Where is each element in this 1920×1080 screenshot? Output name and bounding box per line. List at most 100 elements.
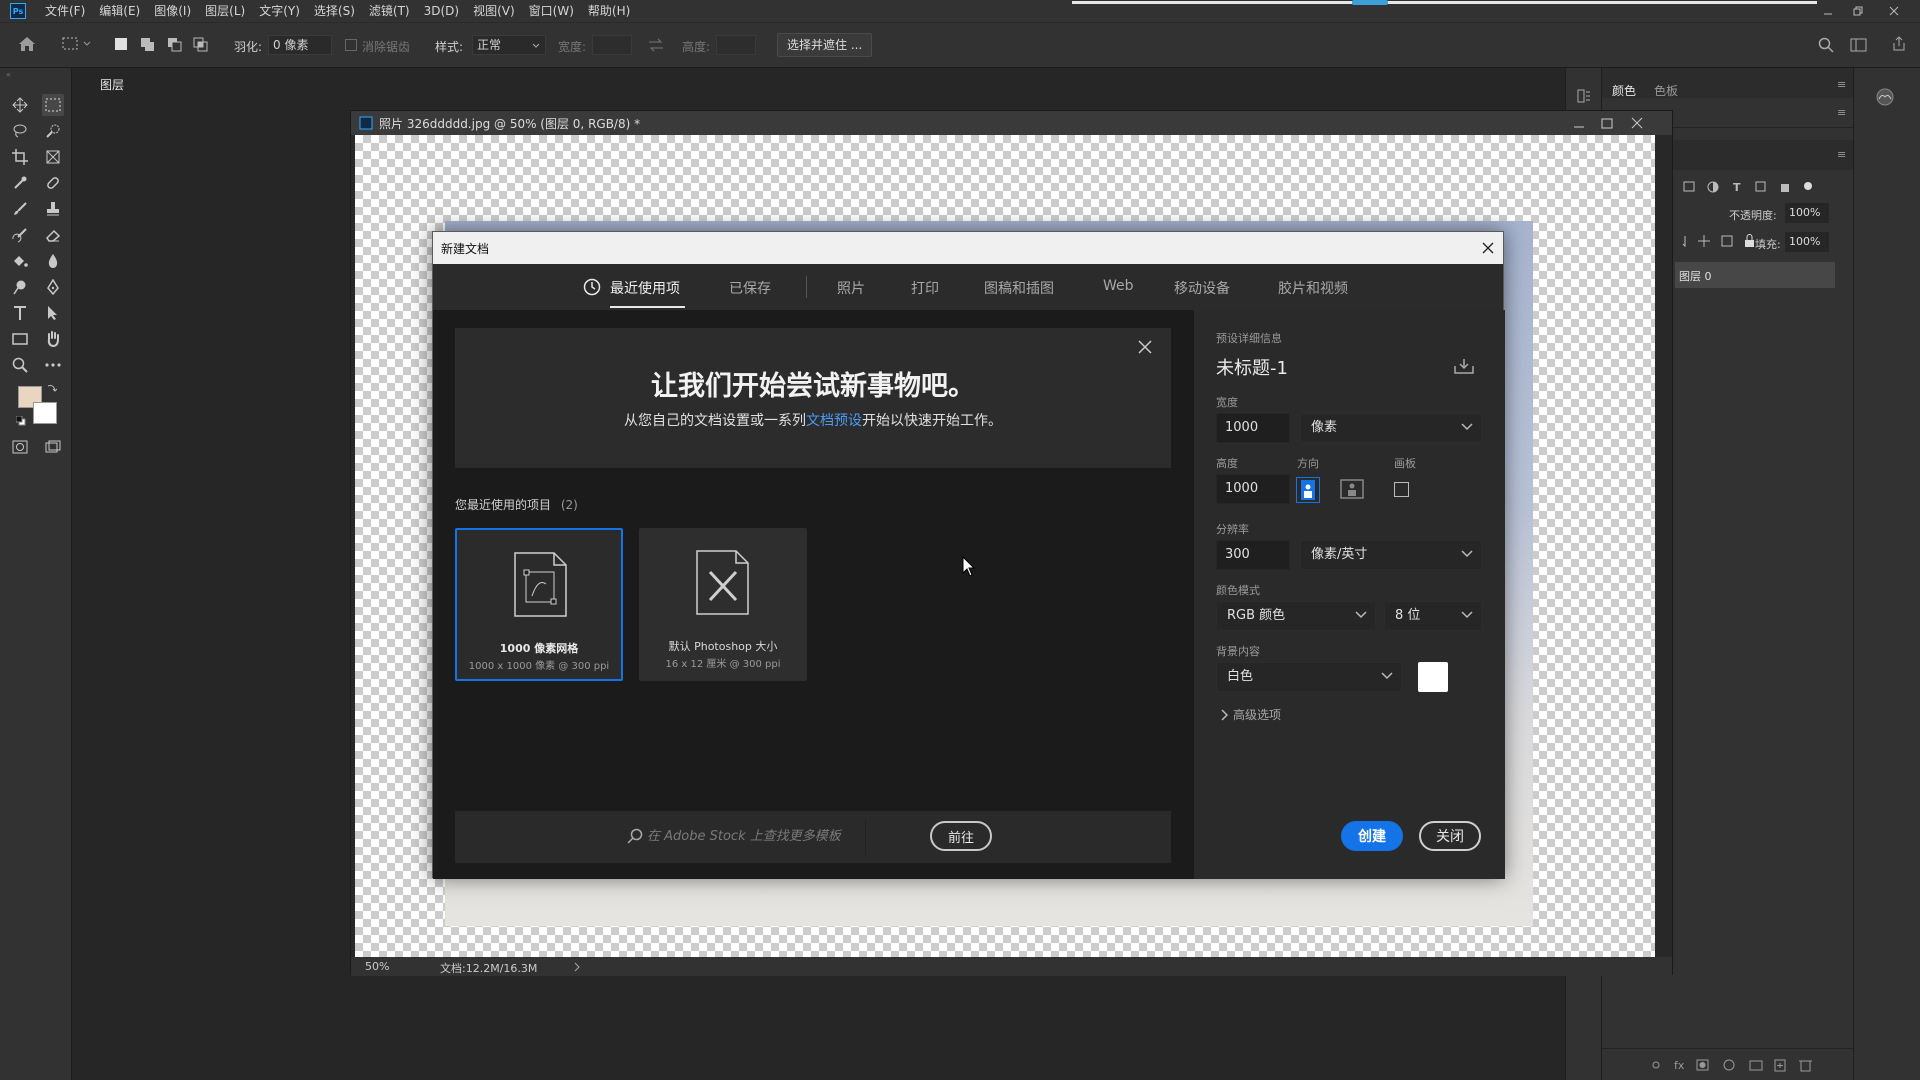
spot-healing-brush-tool[interactable] <box>42 172 64 194</box>
tab-print[interactable]: 打印 <box>911 278 939 298</box>
workspace-button[interactable] <box>1850 37 1868 53</box>
type-tool[interactable] <box>9 302 31 324</box>
frame-tool[interactable] <box>42 146 64 168</box>
close-button[interactable]: 关闭 <box>1419 821 1481 851</box>
select-and-mask-button[interactable]: 选择并遮住 ... <box>777 33 873 57</box>
document-title-bar[interactable]: 照片 326ddddd.jpg @ 50% (图层 0, RGB/8) * <box>351 111 1672 135</box>
layer-row[interactable]: 图层 0 <box>1675 262 1835 288</box>
menu-type[interactable]: 文字(Y) <box>252 0 307 22</box>
swap-colors-button[interactable] <box>47 383 57 393</box>
close-window-button[interactable] <box>1880 0 1908 22</box>
hand-tool[interactable] <box>42 328 64 350</box>
tab-recent[interactable]: 最近使用项 <box>610 278 680 298</box>
width-input[interactable] <box>592 35 632 55</box>
menu-3d[interactable]: 3D(D) <box>417 0 466 22</box>
antialias-checkbox[interactable] <box>345 39 357 51</box>
minimize-window-button[interactable] <box>1814 0 1842 22</box>
width-input[interactable]: 1000 <box>1216 413 1290 443</box>
tab-layers[interactable]: 图层 <box>100 76 124 93</box>
fill-input[interactable]: 100% <box>1785 232 1829 252</box>
dialog-close-x-button[interactable] <box>1482 242 1494 254</box>
style-select[interactable]: 正常 <box>472 35 546 55</box>
menu-file[interactable]: 文件(F) <box>38 0 92 22</box>
panel-menu-icon[interactable]: ≡ <box>1837 148 1846 161</box>
swap-width-height-button[interactable] <box>648 38 664 52</box>
home-button[interactable] <box>18 36 36 52</box>
landscape-orientation-button[interactable] <box>1339 477 1365 503</box>
menu-view[interactable]: 视图(V) <box>466 0 522 22</box>
background-color-swatch[interactable] <box>1418 662 1448 692</box>
resolution-input[interactable]: 300 <box>1216 540 1290 570</box>
brush-tool[interactable] <box>9 198 31 220</box>
panel-menu-icon[interactable]: ≡ <box>1837 106 1846 119</box>
more-tools-button[interactable] <box>42 354 64 376</box>
dodge-tool[interactable] <box>9 276 31 298</box>
advanced-options-toggle[interactable]: 高级选项 <box>1220 706 1281 723</box>
layer-filter-icon[interactable]: T <box>1682 180 1822 194</box>
zoom-level[interactable]: 50% <box>365 960 389 973</box>
path-selection-tool[interactable] <box>42 302 64 324</box>
move-tool[interactable] <box>9 94 31 116</box>
marquee-preset-picker[interactable] <box>62 36 92 52</box>
eyedropper-tool[interactable] <box>9 172 31 194</box>
go-to-stock-button[interactable]: 前往 <box>930 821 992 851</box>
tab-color[interactable]: 颜色 <box>1612 82 1636 99</box>
subtract-selection-mode-button[interactable] <box>167 37 183 53</box>
document-minimize-button[interactable] <box>1573 117 1585 129</box>
photoshop-logo-icon[interactable]: Ps <box>10 3 26 19</box>
layers-footer-icon[interactable]: fx <box>1652 1057 1832 1073</box>
history-panel-button[interactable] <box>1576 88 1592 104</box>
default-colors-button[interactable] <box>16 416 26 426</box>
tab-film-video[interactable]: 胶片和视频 <box>1278 278 1348 298</box>
tab-swatches[interactable]: 色板 <box>1654 82 1678 99</box>
tab-art-illustration[interactable]: 图稿和插图 <box>984 278 1054 298</box>
background-contents-select[interactable]: 白色 <box>1216 662 1402 692</box>
height-input[interactable] <box>716 35 756 55</box>
panel-menu-icon[interactable]: ≡ <box>1837 78 1846 91</box>
document-name-input[interactable]: 未标题-1 <box>1216 354 1446 380</box>
width-unit-select[interactable]: 像素 <box>1300 413 1482 443</box>
portrait-orientation-button[interactable] <box>1296 477 1320 503</box>
background-color-swatch[interactable] <box>33 402 57 424</box>
create-button[interactable]: 创建 <box>1341 821 1403 851</box>
menu-window[interactable]: 窗口(W) <box>522 0 581 22</box>
share-button[interactable] <box>1891 36 1907 52</box>
zoom-tool[interactable] <box>9 354 31 376</box>
recent-preset-card[interactable]: 默认 Photoshop 大小 16 x 12 厘米 @ 300 ppi <box>639 528 807 681</box>
rectangle-tool[interactable] <box>9 328 31 350</box>
document-close-button[interactable] <box>1631 117 1643 129</box>
pen-tool[interactable] <box>42 276 64 298</box>
save-preset-button[interactable] <box>1454 358 1474 374</box>
screen-mode-button[interactable] <box>42 436 64 458</box>
add-selection-mode-button[interactable] <box>140 37 156 53</box>
chevron-right-icon[interactable] <box>573 962 581 972</box>
lock-icon[interactable] <box>1682 234 1762 248</box>
tab-mobile[interactable]: 移动设备 <box>1174 278 1230 298</box>
menu-layer[interactable]: 图层(L) <box>198 0 252 22</box>
recent-preset-card[interactable]: 1000 像素网格 1000 x 1000 像素 @ 300 ppi <box>455 528 623 681</box>
opacity-input[interactable]: 100% <box>1785 203 1829 223</box>
eraser-tool[interactable] <box>42 224 64 246</box>
resolution-unit-select[interactable]: 像素/英寸 <box>1300 540 1482 570</box>
color-mode-select[interactable]: RGB 颜色 <box>1216 601 1376 631</box>
tab-photo[interactable]: 照片 <box>837 278 865 298</box>
intersect-selection-mode-button[interactable] <box>193 37 209 53</box>
artboard-checkbox[interactable] <box>1394 482 1409 497</box>
lasso-tool[interactable] <box>9 120 31 142</box>
document-maximize-button[interactable] <box>1601 117 1613 129</box>
menu-filter[interactable]: 滤镜(T) <box>362 0 417 22</box>
new-selection-mode-button[interactable] <box>115 38 127 50</box>
menu-edit[interactable]: 编辑(E) <box>92 0 147 22</box>
feather-input[interactable]: 0 像素 <box>268 35 332 55</box>
blur-tool[interactable] <box>42 250 64 272</box>
history-brush-tool[interactable] <box>9 224 31 246</box>
bit-depth-select[interactable]: 8 位 <box>1384 601 1482 631</box>
rectangular-marquee-tool[interactable] <box>42 94 64 116</box>
welcome-close-button[interactable] <box>1138 340 1152 354</box>
document-presets-link[interactable]: 文档预设 <box>806 413 862 429</box>
quick-mask-button[interactable] <box>9 436 31 458</box>
crop-tool[interactable] <box>9 146 31 168</box>
tab-web[interactable]: Web <box>1103 278 1134 294</box>
paint-bucket-tool[interactable] <box>9 250 31 272</box>
height-input[interactable]: 1000 <box>1216 474 1290 504</box>
